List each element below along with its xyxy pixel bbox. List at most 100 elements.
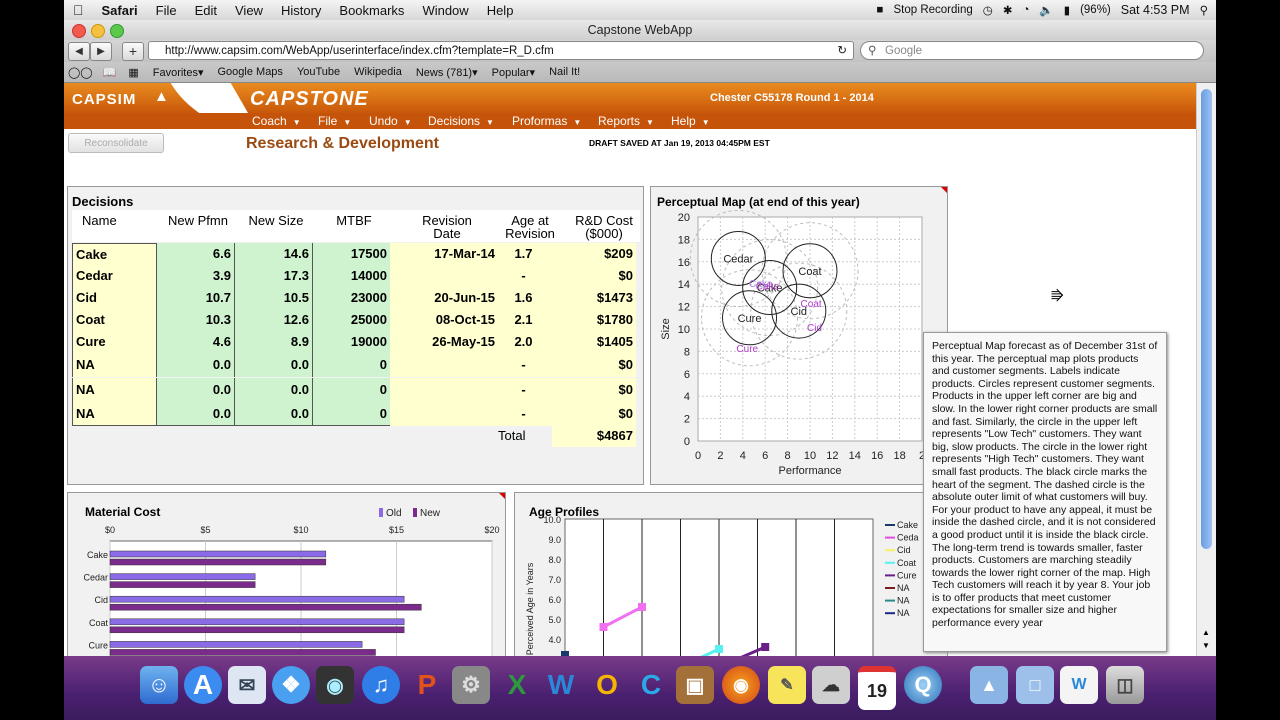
calendar-icon[interactable]: 19 <box>858 666 896 710</box>
cell-mtbf[interactable]: 25000 <box>312 309 390 331</box>
address-bar[interactable]: http://www.capsim.com/WebApp/userinterfa… <box>148 41 854 60</box>
stop-recording-icon[interactable]: ■ <box>877 4 884 16</box>
cell-size[interactable]: 14.6 <box>234 243 312 265</box>
photo-booth-icon[interactable]: ▣ <box>676 666 714 704</box>
cell-pfmn[interactable]: 6.6 <box>156 243 234 265</box>
documents-folder-icon[interactable]: □ <box>1016 666 1054 704</box>
word-icon[interactable]: W <box>542 666 580 704</box>
cell-pfmn[interactable]: 10.7 <box>156 287 234 309</box>
bookmark-google-maps[interactable]: Google Maps <box>218 66 283 78</box>
facetime-icon[interactable]: ◉ <box>316 666 354 704</box>
cell-mtbf[interactable]: 17500 <box>312 243 390 265</box>
back-button[interactable]: ◀ <box>68 42 90 61</box>
bookmark-favorites[interactable]: Favorites▾ <box>153 66 204 79</box>
quicktime-icon[interactable]: Q <box>904 666 942 704</box>
cell-cost: $0 <box>552 265 636 287</box>
wifi-icon[interactable]: ◔ <box>1022 4 1029 16</box>
communicator-icon[interactable]: C <box>632 666 670 704</box>
y-tick-label: 14 <box>678 279 690 291</box>
menu-help[interactable]: Help <box>478 3 523 18</box>
finder-icon[interactable]: ☺ <box>140 666 178 704</box>
search-input[interactable]: ⚲ Google <box>860 41 1204 60</box>
cell-pfmn[interactable]: 4.6 <box>156 331 234 353</box>
outlook-icon[interactable]: O <box>588 666 626 704</box>
bookmarks-icon[interactable]: 📖 <box>103 66 117 79</box>
stickies-icon[interactable]: ✎ <box>768 666 806 704</box>
scroll-up-arrow-icon[interactable]: ▲ <box>1202 628 1210 637</box>
capsim-logo[interactable]: CAPSIM <box>72 91 136 108</box>
zoom-window-icon[interactable] <box>110 24 124 38</box>
minimize-window-icon[interactable] <box>91 24 105 38</box>
cell-pfmn[interactable]: 0.0 <box>156 377 234 402</box>
reading-list-icon[interactable]: ◯◯ <box>68 66 93 79</box>
segment-label: Cure <box>738 313 762 325</box>
mail-icon[interactable]: ✉ <box>228 666 266 704</box>
spotlight-icon[interactable]: ⚲ <box>1200 3 1208 17</box>
cell-size[interactable]: 0.0 <box>234 353 312 377</box>
safari-icon[interactable]: ❖ <box>272 666 310 704</box>
bookmark-nail-it[interactable]: Nail It! <box>549 66 580 78</box>
menu-bookmarks[interactable]: Bookmarks <box>330 3 413 18</box>
reconsolidate-button[interactable]: Reconsolidate <box>68 133 164 153</box>
cell-age: 1.6 <box>498 287 552 309</box>
close-window-icon[interactable] <box>72 24 86 38</box>
bar-new <box>109 603 422 611</box>
itunes-icon[interactable]: ♫ <box>362 666 400 704</box>
forward-button[interactable]: ▶ <box>90 42 112 61</box>
page-scrollbar[interactable]: ▲ ▼ <box>1196 83 1216 656</box>
cell-mtbf[interactable]: 14000 <box>312 265 390 287</box>
cell-mtbf[interactable]: 0 <box>312 402 390 426</box>
document-stack-icon[interactable]: W <box>1060 666 1098 704</box>
cell-size[interactable]: 0.0 <box>234 402 312 426</box>
reload-icon[interactable]: ↻ <box>837 42 847 61</box>
firefox-icon[interactable]: ◉ <box>722 666 760 704</box>
stop-recording-label[interactable]: Stop Recording <box>893 4 972 16</box>
cell-pfmn[interactable]: 0.0 <box>156 402 234 426</box>
bookmark-popular[interactable]: Popular▾ <box>492 66 535 79</box>
category-label: Coat <box>89 618 109 628</box>
cell-pfmn[interactable]: 0.0 <box>156 353 234 377</box>
apple-menu-icon[interactable]:  <box>64 2 93 18</box>
cell-mtbf[interactable]: 0 <box>312 377 390 402</box>
clock[interactable]: Sat 4:53 PM <box>1121 3 1190 17</box>
bookmarks-bar: ◯◯ 📖 ▦ Favorites▾ Google Maps YouTube Wi… <box>64 62 1216 83</box>
cell-size[interactable]: 0.0 <box>234 377 312 402</box>
top-sites-icon[interactable]: ▦ <box>128 66 138 79</box>
app-store-icon[interactable]: A <box>184 666 222 704</box>
menu-edit[interactable]: Edit <box>186 3 226 18</box>
time-machine-icon[interactable]: ◷ <box>983 3 993 17</box>
scroll-down-arrow-icon[interactable]: ▼ <box>1202 641 1210 650</box>
applications-folder-icon[interactable]: ▲ <box>970 666 1008 704</box>
cell-mtbf[interactable]: 19000 <box>312 331 390 353</box>
menu-history[interactable]: History <box>272 3 330 18</box>
bookmark-wikipedia[interactable]: Wikipedia <box>354 66 402 78</box>
cell-mtbf[interactable]: 23000 <box>312 287 390 309</box>
bookmark-news[interactable]: News (781)▾ <box>416 66 478 79</box>
scrollbar-thumb[interactable] <box>1201 89 1212 549</box>
cell-size[interactable]: 8.9 <box>234 331 312 353</box>
cell-pfmn[interactable]: 10.3 <box>156 309 234 331</box>
iphoto-icon[interactable]: ☁ <box>812 666 850 704</box>
menu-file[interactable]: File <box>147 3 186 18</box>
cell-name: NA <box>72 402 156 426</box>
cell-cost: $0 <box>552 353 636 377</box>
col-new-pfmn: New Pfmn <box>168 213 228 228</box>
x-tick-label: 2 <box>717 450 723 462</box>
battery-icon[interactable]: ▮ <box>1064 3 1070 17</box>
system-preferences-icon[interactable]: ⚙ <box>452 666 490 704</box>
menu-view[interactable]: View <box>226 3 272 18</box>
new-tab-button[interactable]: + <box>122 42 144 61</box>
powerpoint-icon[interactable]: P <box>408 666 446 704</box>
cell-size[interactable]: 10.5 <box>234 287 312 309</box>
bluetooth-icon[interactable]: ✱ <box>1003 3 1013 17</box>
volume-icon[interactable]: 🔈 <box>1039 3 1053 17</box>
menu-window[interactable]: Window <box>413 3 477 18</box>
bookmark-youtube[interactable]: YouTube <box>297 66 340 78</box>
cell-size[interactable]: 17.3 <box>234 265 312 287</box>
cell-mtbf[interactable]: 0 <box>312 353 390 377</box>
menu-safari[interactable]: Safari <box>93 3 147 18</box>
trash-icon[interactable]: ◫ <box>1106 666 1144 704</box>
cell-pfmn[interactable]: 3.9 <box>156 265 234 287</box>
cell-size[interactable]: 12.6 <box>234 309 312 331</box>
excel-icon[interactable]: X <box>498 666 536 704</box>
